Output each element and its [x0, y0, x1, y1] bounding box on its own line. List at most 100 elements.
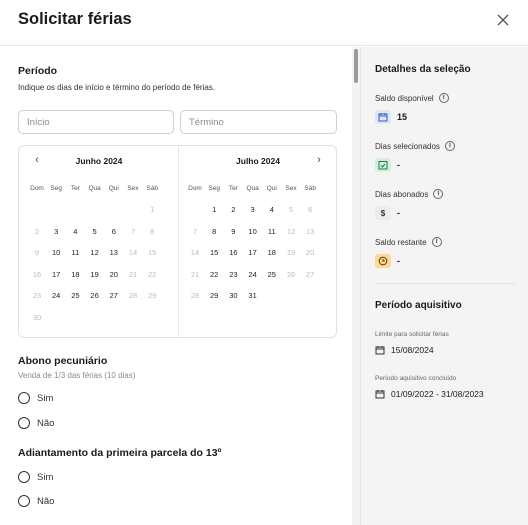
form-panel: Período Indique os dias de início e térm…: [0, 47, 352, 525]
start-date-input[interactable]: [27, 117, 165, 128]
dias-abonados-label: Dias abonados i: [375, 189, 444, 199]
calendar-day[interactable]: 5: [85, 225, 105, 239]
weekday-label: Sáb: [304, 185, 316, 192]
scrollbar-thumb[interactable]: [354, 49, 358, 83]
calendar-day[interactable]: 31: [243, 289, 263, 303]
calendar-day: 28: [128, 291, 138, 300]
close-icon[interactable]: [494, 11, 512, 29]
radio-circle[interactable]: [18, 392, 30, 404]
calendar-day: 29: [148, 291, 157, 300]
radio-label: Não: [37, 495, 55, 507]
calendar-day: 19: [286, 248, 296, 257]
end-date-input[interactable]: [189, 117, 328, 128]
calendar-day[interactable]: 12: [85, 246, 105, 260]
dollar-icon: $: [375, 206, 391, 220]
info-icon[interactable]: i: [438, 93, 449, 103]
calendar-day[interactable]: 3: [243, 203, 263, 217]
calendar-day[interactable]: 6: [104, 225, 124, 239]
weekday-label: Seg: [208, 185, 220, 192]
form-scrollbar[interactable]: [352, 47, 360, 525]
calendar-day: 12: [286, 226, 296, 236]
calendar-day[interactable]: 29: [204, 289, 224, 303]
weekday-label: Sex: [127, 185, 139, 192]
calendar-day[interactable]: 8: [204, 225, 224, 239]
calendar-day[interactable]: 17: [243, 246, 263, 260]
calendar-day[interactable]: 4: [65, 225, 85, 239]
calendar-day: 15: [148, 248, 157, 257]
weekday-label: Sex: [285, 185, 297, 192]
adiantamento-nao-radio[interactable]: Não: [18, 494, 54, 508]
calendar-day[interactable]: 15: [204, 246, 224, 260]
calendar-day: 21: [128, 269, 138, 279]
abono-sim-radio[interactable]: Sim: [18, 391, 53, 405]
info-icon[interactable]: i: [433, 189, 444, 199]
modal-title: Solicitar férias: [18, 10, 132, 28]
weekday-label: Ter: [70, 185, 80, 192]
calendar-day[interactable]: 23: [223, 268, 243, 282]
calendar-day: 5: [288, 205, 294, 214]
calendar-day[interactable]: 4: [262, 203, 282, 217]
calendar-day[interactable]: 17: [46, 268, 66, 282]
concluido-date: 01/09/2022 - 31/08/2023: [375, 389, 484, 399]
details-title: Detalhes da seleção: [375, 64, 471, 75]
calendar-day[interactable]: 27: [104, 289, 124, 303]
calendar-month-title-left: Junho 2024: [75, 156, 123, 166]
start-date-field[interactable]: [18, 110, 174, 134]
calendar-day: 22: [148, 269, 157, 279]
calendar-day: 1: [150, 205, 155, 214]
abono-title: Abono pecuniário: [18, 355, 108, 367]
abono-nao-radio[interactable]: Não: [18, 416, 54, 430]
calendar-day[interactable]: 2: [223, 203, 243, 217]
calendar-day[interactable]: 10: [243, 225, 263, 239]
calendar-day[interactable]: 22: [204, 268, 224, 282]
calendar-day[interactable]: 25: [65, 289, 85, 303]
limite-date: 15/08/2024: [375, 345, 434, 355]
calendar-day: 23: [32, 291, 42, 300]
weekday-label: Ter: [228, 185, 238, 192]
calendar-day[interactable]: 18: [262, 246, 282, 260]
clock-icon: [375, 254, 391, 268]
info-icon[interactable]: i: [444, 141, 455, 151]
calendar-divider: [178, 146, 179, 337]
calendar-day[interactable]: 9: [223, 225, 243, 239]
calendar-day[interactable]: 20: [104, 268, 124, 282]
weekday-label: Sáb: [146, 185, 158, 192]
sidebar-divider: [375, 283, 515, 284]
calendar-day[interactable]: 1: [204, 203, 224, 217]
calendar-day: 7: [130, 226, 136, 236]
radio-circle[interactable]: [18, 417, 30, 429]
radio-label: Sim: [37, 392, 54, 404]
aquisitivo-title: Período aquisitivo: [375, 300, 462, 311]
calendar-day[interactable]: 11: [65, 246, 85, 260]
dias-abonados-text: Dias abonados: [375, 189, 429, 199]
calendar-day[interactable]: 25: [262, 268, 282, 282]
dias-selecionados-text: Dias selecionados: [375, 141, 440, 151]
calendar-day[interactable]: 3: [46, 225, 66, 239]
radio-circle[interactable]: [18, 471, 30, 483]
weekday-label: Qui: [266, 185, 277, 192]
calendar-icon: [375, 110, 391, 124]
calendar-day[interactable]: 11: [262, 225, 282, 239]
calendar-icon: [375, 346, 385, 355]
saldo-restante-value: -: [375, 254, 400, 268]
weekday-label: Qua: [88, 185, 101, 192]
details-sidebar: Detalhes da seleção Saldo disponível i 1…: [360, 47, 528, 525]
calendar-day[interactable]: 30: [223, 289, 243, 303]
saldo-restante-number: -: [397, 256, 400, 266]
radio-circle[interactable]: [18, 495, 30, 507]
weekday-label: Dom: [188, 185, 202, 192]
info-icon[interactable]: i: [431, 237, 442, 247]
calendar-day[interactable]: 26: [85, 289, 105, 303]
calendar-day[interactable]: 18: [65, 268, 85, 282]
calendar-day: 16: [32, 269, 42, 279]
calendar-day[interactable]: 10: [46, 246, 66, 260]
calendar-day[interactable]: 19: [85, 268, 105, 282]
adiantamento-sim-radio[interactable]: Sim: [18, 470, 53, 484]
calendar-day[interactable]: 24: [243, 268, 263, 282]
calendar-day[interactable]: 13: [104, 246, 124, 260]
calendar-day[interactable]: 24: [46, 289, 66, 303]
calendar-day: 20: [306, 248, 315, 257]
end-date-field[interactable]: [180, 110, 337, 134]
calendar-day[interactable]: 16: [223, 246, 243, 260]
calendar-day: 2: [34, 226, 40, 236]
